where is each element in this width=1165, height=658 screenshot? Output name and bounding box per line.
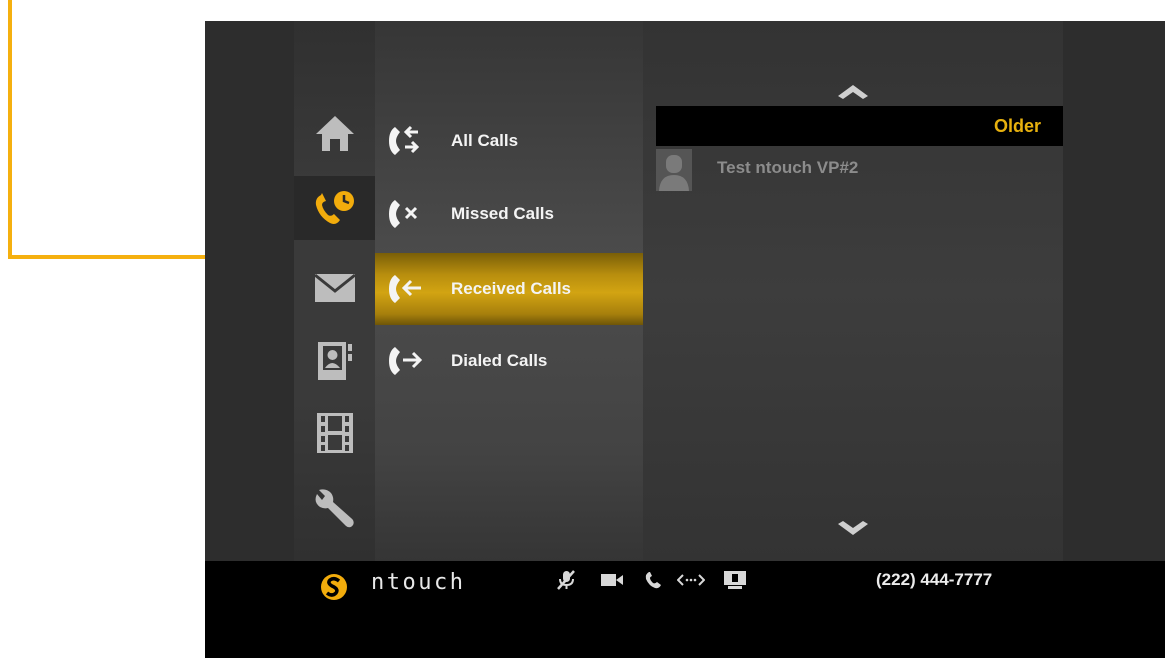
nav-contacts[interactable] [294,329,375,393]
video-camera-icon[interactable] [600,570,624,590]
sorenson-s-logo [321,574,347,600]
mic-muted-icon[interactable] [555,570,577,590]
call-history-icon [315,191,354,224]
call-list-pane: Older Test ntouch VP#2 [643,21,1063,561]
brand-name: ntouch [371,570,466,595]
list-item[interactable]: Test ntouch VP#2 [656,149,1063,193]
chevron-up-icon [838,85,868,99]
group-header-older: Older [656,106,1063,146]
film-strip-icon [316,413,353,453]
nav-messages[interactable] [294,256,375,320]
received-calls-icon [385,269,445,309]
nav-videos[interactable] [294,401,375,465]
nav-call-history[interactable] [294,176,375,240]
nav-rail [294,21,375,561]
nav-settings[interactable] [294,476,375,540]
wrench-icon [315,489,354,528]
missed-calls-icon [385,194,445,234]
monitor-icon[interactable] [723,570,747,590]
network-arrows-icon[interactable] [677,570,705,590]
own-phone-number: (222) 444-7777 [876,570,993,589]
scroll-down-button[interactable] [833,517,873,541]
call-filter-menu: All Calls Missed Calls Received Calls Di… [375,21,643,561]
app-screen: All Calls Missed Calls Received Calls Di… [205,21,1165,658]
menu-item-label: All Calls [451,131,519,150]
home-icon [315,116,354,151]
menu-item-missed-calls[interactable]: Missed Calls [375,178,643,250]
dialed-calls-icon [385,341,445,381]
menu-item-label: Dialed Calls [451,351,548,370]
menu-item-dialed-calls[interactable]: Dialed Calls [375,325,643,397]
callout-line-vertical [8,0,12,259]
status-bar: ntouch (222) 444-7777 [205,561,1165,658]
all-calls-icon [385,121,445,161]
contacts-book-icon [317,342,352,380]
phone-icon[interactable] [645,570,663,590]
nav-home[interactable] [294,101,375,165]
menu-item-all-calls[interactable]: All Calls [375,105,643,177]
menu-item-label: Received Calls [451,279,572,298]
scroll-up-button[interactable] [833,79,873,103]
menu-item-label: Missed Calls [451,204,554,223]
envelope-icon [313,273,356,302]
chevron-down-icon [838,521,868,535]
menu-item-received-calls[interactable]: Received Calls [375,253,643,325]
contact-name: Test ntouch VP#2 [717,158,859,177]
person-silhouette-icon [656,149,692,191]
